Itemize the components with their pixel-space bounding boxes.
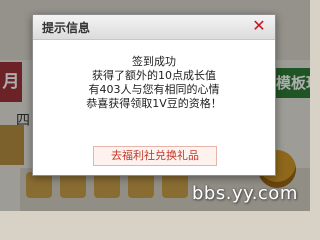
notice-dialog: 提示信息 ✕ 签到成功 获得了额外的10点成长值 有403人与您有相同的心情 恭… bbox=[32, 14, 276, 176]
message-line: 签到成功 bbox=[132, 55, 176, 68]
close-icon[interactable]: ✕ bbox=[250, 17, 268, 35]
message-line: 有403人与您有相同的心情 bbox=[88, 83, 220, 96]
message-line: 获得了额外的10点成长值 bbox=[92, 69, 216, 82]
dialog-header: 提示信息 ✕ bbox=[33, 15, 275, 40]
dialog-title: 提示信息 bbox=[42, 21, 91, 35]
redeem-gift-button[interactable]: 去福利社兑换礼品 bbox=[93, 146, 217, 166]
message-line: 恭喜获得领取1V豆的资格！ bbox=[86, 97, 222, 110]
dialog-message: 签到成功 获得了额外的10点成长值 有403人与您有相同的心情 恭喜获得领取1V… bbox=[33, 55, 275, 111]
watermark: bbs.yy.com bbox=[192, 183, 298, 204]
